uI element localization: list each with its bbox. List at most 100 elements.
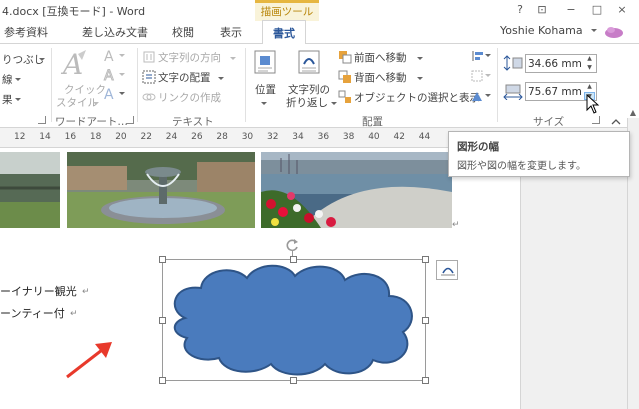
group-icon[interactable] (470, 69, 492, 86)
align-text-label[interactable]: 文字の配置 (158, 70, 211, 85)
ribbon: りつぶし 線 果 A クイック スタイル A A A ワードアート… 文字列の方… (0, 44, 627, 128)
document-line-2[interactable]: ーンティー付 (0, 305, 65, 321)
position-label[interactable]: 位置 (255, 82, 276, 97)
send-backward-icon[interactable] (338, 70, 352, 87)
create-link-label[interactable]: リンクの作成 (158, 90, 221, 105)
tab-review[interactable]: 校閲 (172, 24, 194, 40)
paragraph-mark: ↵ (82, 287, 90, 297)
resize-handle-bottom[interactable] (290, 377, 297, 384)
text-direction-dropdown-icon[interactable] (229, 53, 237, 66)
rotate-handle-icon[interactable] (286, 238, 300, 255)
wordart-group-label: ワードアート… (55, 116, 128, 128)
svg-text:A: A (60, 48, 83, 80)
wrap-text-dropdown-icon[interactable] (330, 98, 338, 111)
resize-handle-bottom-right[interactable] (422, 377, 429, 384)
text-direction-label[interactable]: 文字列の方向 (158, 50, 221, 65)
close-button[interactable]: × (612, 1, 632, 19)
shape-fill-dropdown-icon[interactable] (38, 54, 46, 67)
ribbon-display-button[interactable]: ⊡ (532, 1, 552, 19)
ruler-number: 28 (216, 132, 228, 142)
ruler-number: 38 (342, 132, 355, 142)
bring-forward-icon[interactable] (338, 50, 352, 67)
height-spin-down-icon[interactable]: ▼ (584, 64, 595, 72)
document-margin-area (520, 148, 627, 409)
width-spin-up-icon[interactable]: ▲ (584, 83, 595, 91)
text-group-label: テキスト (172, 116, 214, 128)
shape-outline-dropdown-icon[interactable] (14, 74, 22, 87)
ribbon-separator (51, 48, 52, 122)
ruler-number: 40 (368, 132, 380, 142)
tab-references[interactable]: 参考資料 (4, 24, 48, 40)
resize-handle-bottom-left[interactable] (159, 377, 166, 384)
user-name[interactable]: Yoshie Kohama (500, 24, 583, 37)
bring-forward-label[interactable]: 前面へ移動 (354, 50, 407, 65)
avatar[interactable] (603, 25, 625, 42)
height-spin-up-icon[interactable]: ▲ (584, 55, 595, 63)
help-button[interactable]: ? (510, 1, 530, 19)
shape-effects-label[interactable]: 果 (2, 92, 13, 107)
resize-handle-left[interactable] (159, 317, 166, 324)
shape-styles-launcher-icon[interactable] (38, 116, 46, 124)
shape-outline-label[interactable]: 線 (2, 72, 13, 87)
resize-handle-top[interactable] (290, 256, 297, 263)
quick-styles-dropdown-icon[interactable] (92, 98, 100, 111)
align-text-dropdown-icon[interactable] (217, 73, 225, 86)
shape-width-icon (503, 84, 523, 103)
minimize-button[interactable]: − (561, 1, 581, 19)
ruler-number: 16 (64, 132, 77, 142)
paragraph-mark: ↵ (70, 309, 78, 319)
svg-text:A: A (104, 87, 114, 102)
text-effects-icon[interactable]: A (102, 86, 126, 105)
send-backward-label[interactable]: 背面へ移動 (354, 70, 407, 85)
title-bar: 4.docx [互換モード] - Word 描画ツール ? ⊡ − □ × (0, 0, 639, 21)
layout-options-button[interactable] (436, 260, 458, 280)
ruler-number: 34 (292, 132, 304, 142)
wrap-text-label-2[interactable]: 折り返し (286, 95, 328, 110)
ruler-number: 44 (418, 132, 431, 142)
shape-height-input[interactable] (528, 56, 582, 71)
selection-pane-label[interactable]: オブジェクトの選択と表示 (354, 90, 480, 105)
tab-format[interactable]: 書式 (262, 20, 306, 45)
rotate-icon[interactable] (470, 89, 492, 106)
shape-height-field[interactable]: ▲ ▼ (525, 54, 597, 73)
resize-handle-top-right[interactable] (422, 256, 429, 263)
align-text-icon[interactable] (142, 70, 156, 87)
text-outline-icon[interactable]: A (102, 67, 126, 86)
wordart-launcher-icon[interactable] (126, 116, 134, 124)
send-backward-dropdown-icon[interactable] (416, 73, 424, 86)
ruler-number: 14 (39, 132, 51, 142)
wrap-text-icon[interactable] (298, 50, 320, 77)
red-arrow-annotation-icon (64, 340, 116, 383)
ruler-number: 42 (393, 132, 405, 142)
document-line-1[interactable]: ーイナリー観光 (0, 283, 77, 299)
maximize-button[interactable]: □ (587, 1, 607, 19)
resize-handle-right[interactable] (422, 317, 429, 324)
photo-fountain[interactable] (67, 152, 255, 228)
bring-forward-dropdown-icon[interactable] (416, 53, 424, 66)
ribbon-separator (497, 48, 498, 122)
position-icon[interactable] (254, 50, 276, 77)
photo-flower-garden[interactable] (261, 152, 452, 228)
text-direction-icon[interactable] (142, 50, 156, 67)
ribbon-separator (137, 48, 138, 122)
wordart-quick-styles-icon[interactable]: A (60, 48, 90, 83)
cloud-shape[interactable] (163, 260, 425, 383)
size-launcher-icon[interactable] (592, 116, 600, 124)
shape-height-icon (503, 55, 523, 74)
text-fill-icon[interactable]: A (102, 48, 126, 67)
resize-handle-top-left[interactable] (159, 256, 166, 263)
selection-pane-icon[interactable] (338, 90, 352, 107)
tooltip-title: 図形の幅 (457, 141, 499, 153)
shape-width-input[interactable] (528, 84, 582, 99)
shape-effects-dropdown-icon[interactable] (14, 94, 22, 107)
tab-mailings[interactable]: 差し込み文書 (82, 24, 148, 40)
tab-view[interactable]: 表示 (220, 24, 242, 40)
ruler-number: 18 (89, 132, 102, 142)
ruler-number: 26 (191, 132, 203, 142)
user-dropdown-icon[interactable] (589, 25, 599, 38)
ruler-number: 36 (317, 132, 330, 142)
photo-lawn[interactable] (0, 152, 60, 228)
create-link-icon[interactable] (142, 90, 156, 107)
position-dropdown-icon[interactable] (260, 98, 268, 111)
align-icon[interactable] (470, 49, 492, 66)
